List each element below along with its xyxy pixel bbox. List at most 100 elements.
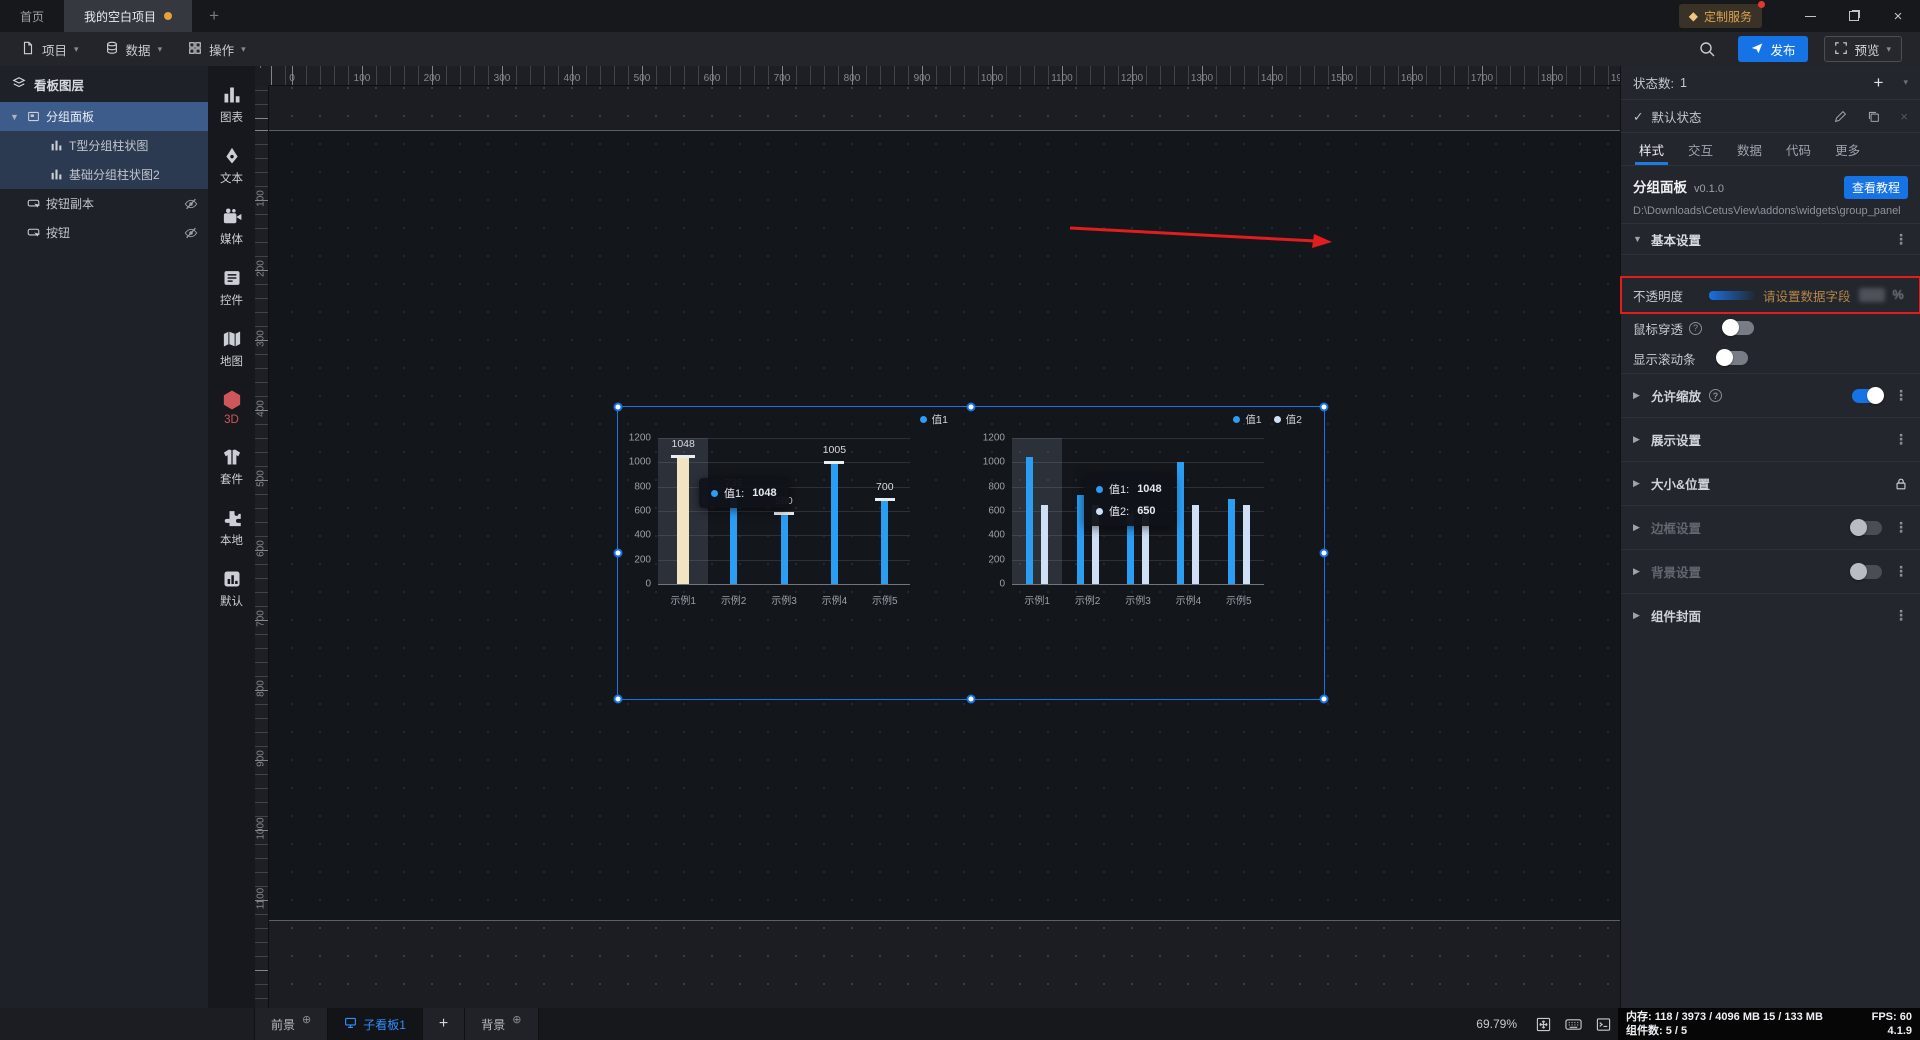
toggle-鼠标穿透[interactable]: [1724, 321, 1754, 335]
selection-handle[interactable]: [967, 695, 976, 704]
publish-button[interactable]: 发布: [1738, 36, 1808, 62]
basic-settings-label[interactable]: 基本设置: [1651, 230, 1701, 249]
layer-item-4[interactable]: 按钮: [0, 218, 208, 247]
add-background-icon[interactable]: ⊕: [512, 1013, 521, 1026]
caret-right-icon[interactable]: ▶: [1633, 610, 1643, 621]
project-tab-1[interactable]: 我的空白项目: [64, 0, 192, 32]
legend-item[interactable]: 值1: [920, 412, 948, 427]
selection-handle[interactable]: [967, 403, 976, 412]
add-state-button[interactable]: +: [1874, 73, 1884, 93]
menu-item-操作[interactable]: 操作▾: [175, 32, 259, 66]
selection-handle[interactable]: [614, 549, 623, 558]
caret-down-icon[interactable]: ▼: [10, 112, 21, 122]
legend-item[interactable]: 值2: [1274, 412, 1302, 427]
opacity-placeholder[interactable]: 请设置数据字段: [1763, 286, 1851, 305]
minimize-button[interactable]: [1788, 16, 1832, 17]
zoom-level[interactable]: 69.79%: [1464, 1008, 1529, 1040]
add-foreground-icon[interactable]: ⊕: [302, 1013, 311, 1026]
kebab-menu-icon[interactable]: ⋮: [1894, 387, 1908, 404]
tab-交互[interactable]: 交互: [1676, 133, 1725, 165]
kebab-menu-icon[interactable]: ⋮: [1894, 431, 1908, 448]
toggle-背景设置[interactable]: [1852, 565, 1882, 579]
help-icon[interactable]: ?: [1709, 389, 1722, 402]
kebab-menu-icon[interactable]: ⋮: [1894, 607, 1908, 624]
selection-handle[interactable]: [1320, 549, 1329, 558]
category-默认[interactable]: 默认: [208, 558, 255, 619]
chevron-down-icon[interactable]: ▾: [1903, 77, 1908, 88]
layer-item-2[interactable]: 基础分组柱状图2: [0, 160, 208, 189]
kebab-menu-icon[interactable]: ⋮: [1894, 231, 1908, 248]
section-展示设置[interactable]: ▶展示设置⋮: [1621, 417, 1920, 461]
eye-off-icon[interactable]: [184, 197, 198, 211]
chart-basic-grouped-bar[interactable]: 值1值2120010008006004002000示例1示例2示例3示例4示例5…: [972, 407, 1326, 699]
search-icon[interactable]: [1692, 41, 1722, 57]
close-button[interactable]: ×: [1876, 8, 1920, 25]
lock-icon[interactable]: [1894, 477, 1908, 491]
tab-数据[interactable]: 数据: [1725, 133, 1774, 165]
section-边框设置[interactable]: ▶边框设置⋮: [1621, 505, 1920, 549]
help-icon[interactable]: ?: [1689, 322, 1702, 335]
layer-item-3[interactable]: 按钮副本: [0, 189, 208, 218]
tab-代码[interactable]: 代码: [1774, 133, 1823, 165]
menu-item-项目[interactable]: 项目▾: [8, 32, 92, 66]
keyboard-icon[interactable]: [1558, 1008, 1589, 1040]
section-允许缩放[interactable]: ▶允许缩放?⋮: [1621, 373, 1920, 417]
duplicate-icon[interactable]: [1867, 110, 1880, 123]
eye-off-icon[interactable]: [184, 226, 198, 240]
preview-button[interactable]: 预览 ▾: [1824, 36, 1902, 62]
widget-count-label: 组件数:: [1626, 1025, 1663, 1037]
category-地图[interactable]: 地图: [208, 318, 255, 379]
layer-item-0[interactable]: ▼分组面板: [0, 102, 208, 131]
custom-service-badge[interactable]: ◆ 定制服务: [1679, 4, 1762, 28]
foreground-tab[interactable]: 前景 ⊕: [255, 1008, 328, 1040]
selection-handle[interactable]: [1320, 403, 1329, 412]
caret-right-icon[interactable]: ▶: [1633, 522, 1643, 533]
new-tab-button[interactable]: +: [192, 0, 236, 32]
section-背景设置[interactable]: ▶背景设置⋮: [1621, 549, 1920, 593]
subboard-tab[interactable]: 子看板1: [328, 1008, 423, 1040]
toggle-边框设置[interactable]: [1852, 521, 1882, 535]
kebab-menu-icon[interactable]: ⋮: [1894, 519, 1908, 536]
category-套件[interactable]: 套件: [208, 436, 255, 497]
add-board-button[interactable]: +: [423, 1008, 465, 1040]
selection-handle[interactable]: [614, 403, 623, 412]
selection-box[interactable]: 值1120010008006004002000示例11048示例2735示例35…: [617, 406, 1325, 700]
opacity-slider[interactable]: [1709, 291, 1755, 300]
caret-right-icon[interactable]: ▶: [1633, 434, 1643, 445]
toggle-允许缩放[interactable]: [1852, 389, 1882, 403]
fit-screen-icon[interactable]: [1529, 1008, 1558, 1040]
caret-right-icon[interactable]: ▶: [1633, 390, 1643, 401]
selection-handle[interactable]: [1320, 695, 1329, 704]
legend-item[interactable]: 值1: [1233, 412, 1261, 427]
menu-item-数据[interactable]: 数据▾: [92, 32, 176, 66]
check-icon: ✓: [1633, 109, 1643, 124]
layer-item-1[interactable]: T型分组柱状图: [0, 131, 208, 160]
x-axis-label: 示例2: [1075, 592, 1101, 607]
terminal-icon[interactable]: [1589, 1008, 1618, 1040]
caret-down-icon[interactable]: ▼: [1633, 234, 1643, 244]
section-组件封面[interactable]: ▶组件封面⋮: [1621, 593, 1920, 637]
canvas[interactable]: 0100200300400500600700800900100011001200…: [255, 66, 1620, 1008]
chart-t-grouped-bar[interactable]: 值1120010008006004002000示例11048示例2735示例35…: [618, 407, 972, 699]
section-大小&位置[interactable]: ▶大小&位置: [1621, 461, 1920, 505]
project-tab-0[interactable]: 首页: [0, 0, 64, 32]
category-图表[interactable]: 图表: [208, 74, 255, 135]
category-文本[interactable]: 文本: [208, 135, 255, 196]
default-state-label[interactable]: 默认状态: [1651, 107, 1701, 126]
tutorial-button[interactable]: 查看教程: [1844, 176, 1908, 199]
edit-pen-icon[interactable]: [1834, 110, 1847, 123]
caret-right-icon[interactable]: ▶: [1633, 566, 1643, 577]
toggle-显示滚动条[interactable]: [1718, 351, 1748, 365]
opacity-value-field[interactable]: [1859, 288, 1885, 302]
kebab-menu-icon[interactable]: ⋮: [1894, 563, 1908, 580]
category-3D[interactable]: 3D: [208, 379, 255, 436]
tab-样式[interactable]: 样式: [1627, 133, 1676, 165]
maximize-button[interactable]: [1832, 11, 1876, 21]
category-本地[interactable]: 本地: [208, 497, 255, 558]
background-tab[interactable]: 背景 ⊕: [465, 1008, 538, 1040]
selection-handle[interactable]: [614, 695, 623, 704]
category-控件[interactable]: 控件: [208, 257, 255, 318]
tab-更多[interactable]: 更多: [1823, 133, 1872, 165]
category-媒体[interactable]: 媒体: [208, 196, 255, 257]
caret-right-icon[interactable]: ▶: [1633, 478, 1643, 489]
